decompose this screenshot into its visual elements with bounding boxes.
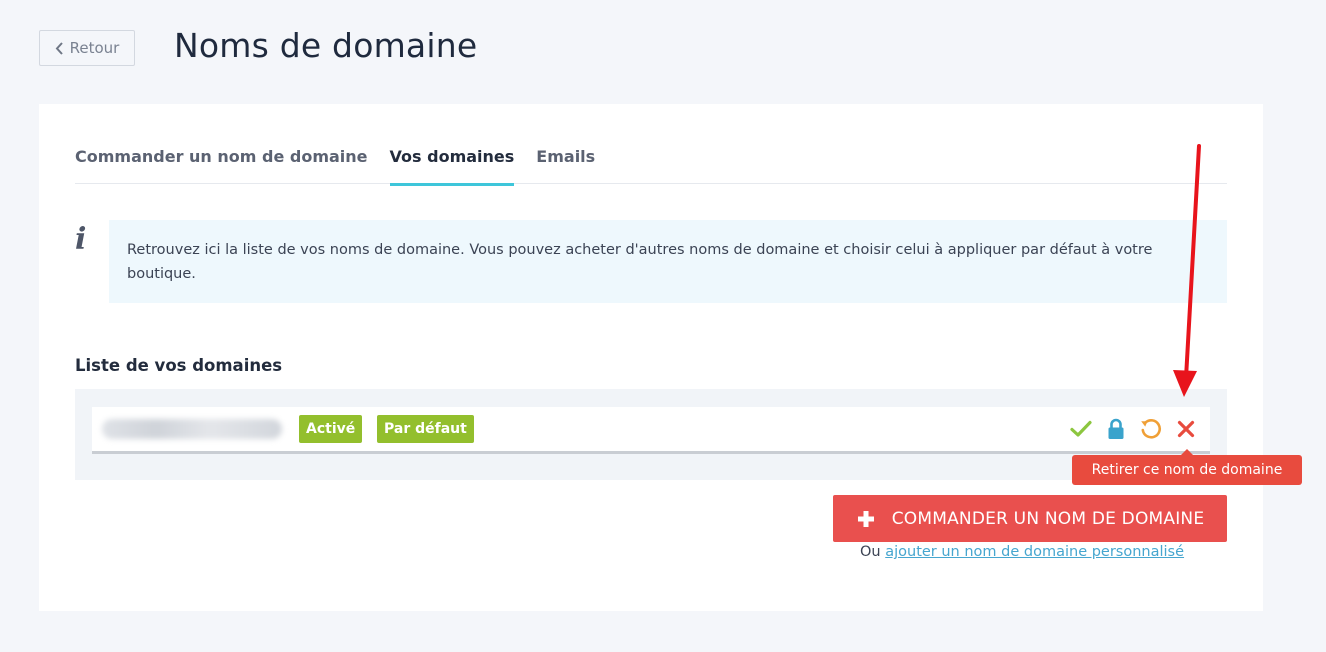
back-button-label: Retour xyxy=(69,39,120,57)
custom-domain-line: Ou ajouter un nom de domaine personnalis… xyxy=(860,544,1184,560)
check-icon[interactable] xyxy=(1069,417,1093,441)
tab-bar: Commander un nom de domaine Vos domaines… xyxy=(75,134,1227,186)
info-message: Retrouvez ici la liste de vos noms de do… xyxy=(109,220,1227,303)
row-actions xyxy=(1069,416,1198,442)
status-badge-default: Par défaut xyxy=(377,415,474,443)
order-domain-button-label: COMMANDER UN NOM DE DOMAINE xyxy=(891,508,1205,529)
plus-icon xyxy=(857,510,874,527)
status-badge-active: Activé xyxy=(299,415,363,443)
tab-emails[interactable]: Emails xyxy=(536,134,595,183)
page-title: Noms de domaine xyxy=(174,26,478,65)
tab-your-domains[interactable]: Vos domaines xyxy=(389,134,515,186)
chevron-left-icon xyxy=(55,41,63,55)
lock-icon[interactable] xyxy=(1104,417,1128,441)
info-icon: i xyxy=(75,222,87,257)
custom-domain-prefix: Ou xyxy=(860,544,881,560)
domains-list: Activé Par défaut xyxy=(75,389,1227,480)
domains-heading: Liste de vos domaines xyxy=(75,356,283,375)
back-button[interactable]: Retour xyxy=(39,30,135,66)
add-custom-domain-link[interactable]: ajouter un nom de domaine personnalisé xyxy=(885,544,1184,560)
tab-order-domain[interactable]: Commander un nom de domaine xyxy=(75,134,368,183)
order-domain-button[interactable]: COMMANDER UN NOM DE DOMAINE xyxy=(833,495,1227,542)
domain-name-redacted xyxy=(102,419,282,439)
refresh-icon[interactable] xyxy=(1139,417,1163,441)
remove-domain-tooltip: Retirer ce nom de domaine xyxy=(1072,449,1302,485)
domain-row: Activé Par défaut xyxy=(92,407,1210,454)
close-icon[interactable] xyxy=(1174,417,1198,441)
